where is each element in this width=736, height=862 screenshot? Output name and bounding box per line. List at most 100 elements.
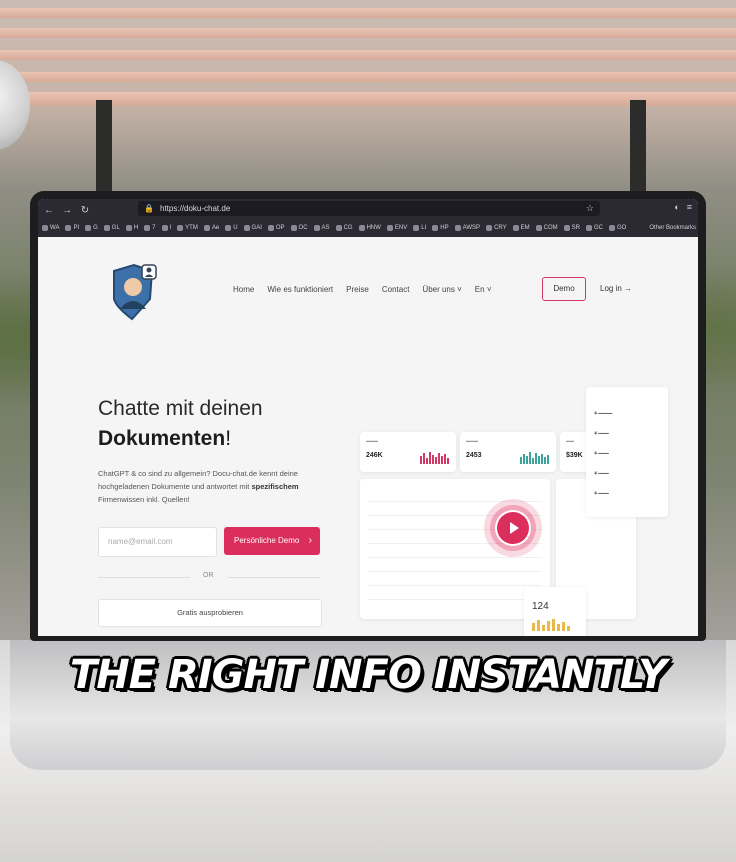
website: Home Wie es funktioniert Preise Contact … — [38, 237, 698, 636]
bookmark-item[interactable]: EM — [512, 225, 530, 231]
bookmark-item[interactable]: GL — [103, 225, 120, 231]
forward-icon[interactable]: → — [60, 205, 74, 216]
desc-part2: Firmenwissen inkl. Quellen! — [98, 495, 190, 504]
hero-title-line2: Dokumenten! — [98, 427, 231, 451]
bookmark-label: EM — [520, 225, 530, 231]
bookmark-label: GO — [616, 225, 627, 231]
bookmark-item[interactable]: AWSP — [454, 225, 481, 231]
bookmark-item[interactable]: 7 — [144, 225, 156, 231]
bookmark-icon — [585, 225, 592, 231]
kpi-label-placeholder: ▬▬▬ — [466, 438, 478, 443]
window-blind — [0, 8, 736, 18]
bookmark-item[interactable]: OP — [267, 225, 285, 231]
bookmark-icon — [512, 225, 519, 231]
back-icon[interactable]: ← — [42, 205, 56, 216]
bookmark-item[interactable]: YTM — [177, 225, 198, 231]
bookmark-label: AS — [321, 225, 330, 231]
side-row: ▣ ▬▬▬ — [594, 491, 609, 495]
docu-chat-logo[interactable] — [106, 261, 158, 323]
bookmark-item[interactable]: H — [125, 225, 139, 231]
bookmark-icon — [313, 225, 320, 231]
table-row — [368, 571, 542, 572]
play-video-button[interactable] — [497, 512, 529, 544]
personal-demo-button[interactable]: Persönliche Demo › — [224, 527, 320, 555]
menu-icon[interactable]: ≡ — [687, 202, 692, 212]
side-row: ▣ ▬▬▬ — [594, 451, 609, 455]
bookmark-item[interactable]: CG — [335, 225, 353, 231]
bookmark-label: ENV — [394, 225, 408, 231]
url-bar[interactable]: 🔒 https://doku-chat.de ☆ — [138, 201, 600, 216]
nav-contact[interactable]: Contact — [382, 285, 410, 294]
extension-icon[interactable]: ◐ — [674, 202, 679, 212]
bookmark-icon — [563, 225, 570, 231]
kpi-value: 2453 — [466, 452, 482, 459]
bookmark-item[interactable]: HNW — [358, 225, 381, 231]
bookmark-item[interactable]: G — [85, 225, 98, 231]
visitor-value: 124 — [532, 601, 549, 612]
bookmark-item[interactable]: HP — [432, 225, 449, 231]
bookmark-item[interactable]: PI — [65, 225, 79, 231]
bookmark-item[interactable]: I — [161, 225, 171, 231]
visitor-bars — [532, 619, 570, 631]
bookmark-label: G — [93, 225, 98, 231]
window-blind — [0, 50, 736, 60]
kpi-value: $39K — [566, 452, 583, 459]
bookmark-label: OP — [275, 225, 285, 231]
nav-language[interactable]: En ˅ — [475, 285, 492, 294]
kpi-label-placeholder: ▬▬▬ — [366, 438, 378, 443]
bookmark-label: CG — [343, 225, 353, 231]
browser-chrome: ← → ↻ 🔒 https://doku-chat.de ☆ ◐ ≡ WA PI G… — [38, 199, 698, 237]
window-blind — [0, 72, 736, 82]
bookmark-icon — [243, 225, 250, 231]
email-input[interactable]: name@email.com — [98, 527, 217, 557]
video-caption: THE RIGHT INFO INSTANTLY — [69, 652, 667, 698]
table-row — [368, 557, 542, 558]
bookmark-label: COM — [543, 225, 558, 231]
login-link[interactable]: Log in → — [600, 284, 632, 293]
bookmark-item[interactable]: SR — [563, 225, 580, 231]
bookmark-icon — [386, 225, 393, 231]
bookmark-label: H — [133, 225, 139, 231]
nav-home[interactable]: Home — [233, 285, 254, 294]
bookmark-item[interactable]: GAI — [243, 225, 262, 231]
bookmark-item[interactable]: GO — [608, 225, 627, 231]
bookmark-item[interactable]: Ae — [203, 225, 219, 231]
bookmark-item[interactable]: LI — [413, 225, 426, 231]
nav-about[interactable]: Über uns ˅ — [422, 285, 461, 294]
bookmark-icon — [535, 225, 542, 231]
bookmark-item[interactable]: WA — [42, 225, 59, 231]
bookmark-label: AWSP — [462, 225, 481, 231]
bookmark-icon — [267, 225, 274, 231]
bookmark-label: GC — [593, 225, 603, 231]
bookmark-label: CRY — [494, 225, 507, 231]
sparkline — [520, 452, 549, 464]
nav-pricing[interactable]: Preise — [346, 285, 369, 294]
bookmark-item[interactable]: COM — [535, 225, 558, 231]
bookmark-star-icon[interactable]: ☆ — [586, 201, 594, 216]
bookmark-item[interactable]: CRY — [486, 225, 507, 231]
table-row — [368, 585, 542, 586]
sparkline — [420, 452, 449, 464]
hero-description: ChatGPT & co sind zu allgemein? Docu-cha… — [98, 467, 328, 506]
bookmark-icon — [144, 225, 151, 231]
laptop-screen: ← → ↻ 🔒 https://doku-chat.de ☆ ◐ ≡ WA PI G… — [38, 199, 698, 636]
bookmark-item[interactable]: ENV — [386, 225, 408, 231]
side-row: ▣ ▬▬▬ — [594, 431, 609, 435]
other-bookmarks[interactable]: Other Bookmarks — [649, 225, 698, 231]
bookmark-icon — [454, 225, 461, 231]
side-row: ▣ ▬▬▬ — [594, 471, 609, 475]
top-navigation: Home Wie es funktioniert Preise Contact … — [233, 285, 492, 294]
laptop: ← → ↻ 🔒 https://doku-chat.de ☆ ◐ ≡ WA PI G… — [30, 191, 706, 641]
chevron-right-icon: › — [308, 535, 312, 546]
bookmark-item[interactable]: U — [225, 225, 238, 231]
nav-how-it-works[interactable]: Wie es funktioniert — [267, 285, 333, 294]
bookmark-label: 7 — [152, 225, 156, 231]
demo-button[interactable]: Demo — [542, 277, 586, 301]
bookmark-item[interactable]: OC — [290, 225, 308, 231]
reload-icon[interactable]: ↻ — [78, 205, 92, 216]
bookmark-icon — [42, 225, 48, 231]
bookmark-item[interactable]: GC — [585, 225, 603, 231]
bookmark-item[interactable]: AS — [313, 225, 330, 231]
free-trial-button[interactable]: Gratis ausprobieren — [98, 599, 322, 627]
bookmark-label: SR — [571, 225, 580, 231]
